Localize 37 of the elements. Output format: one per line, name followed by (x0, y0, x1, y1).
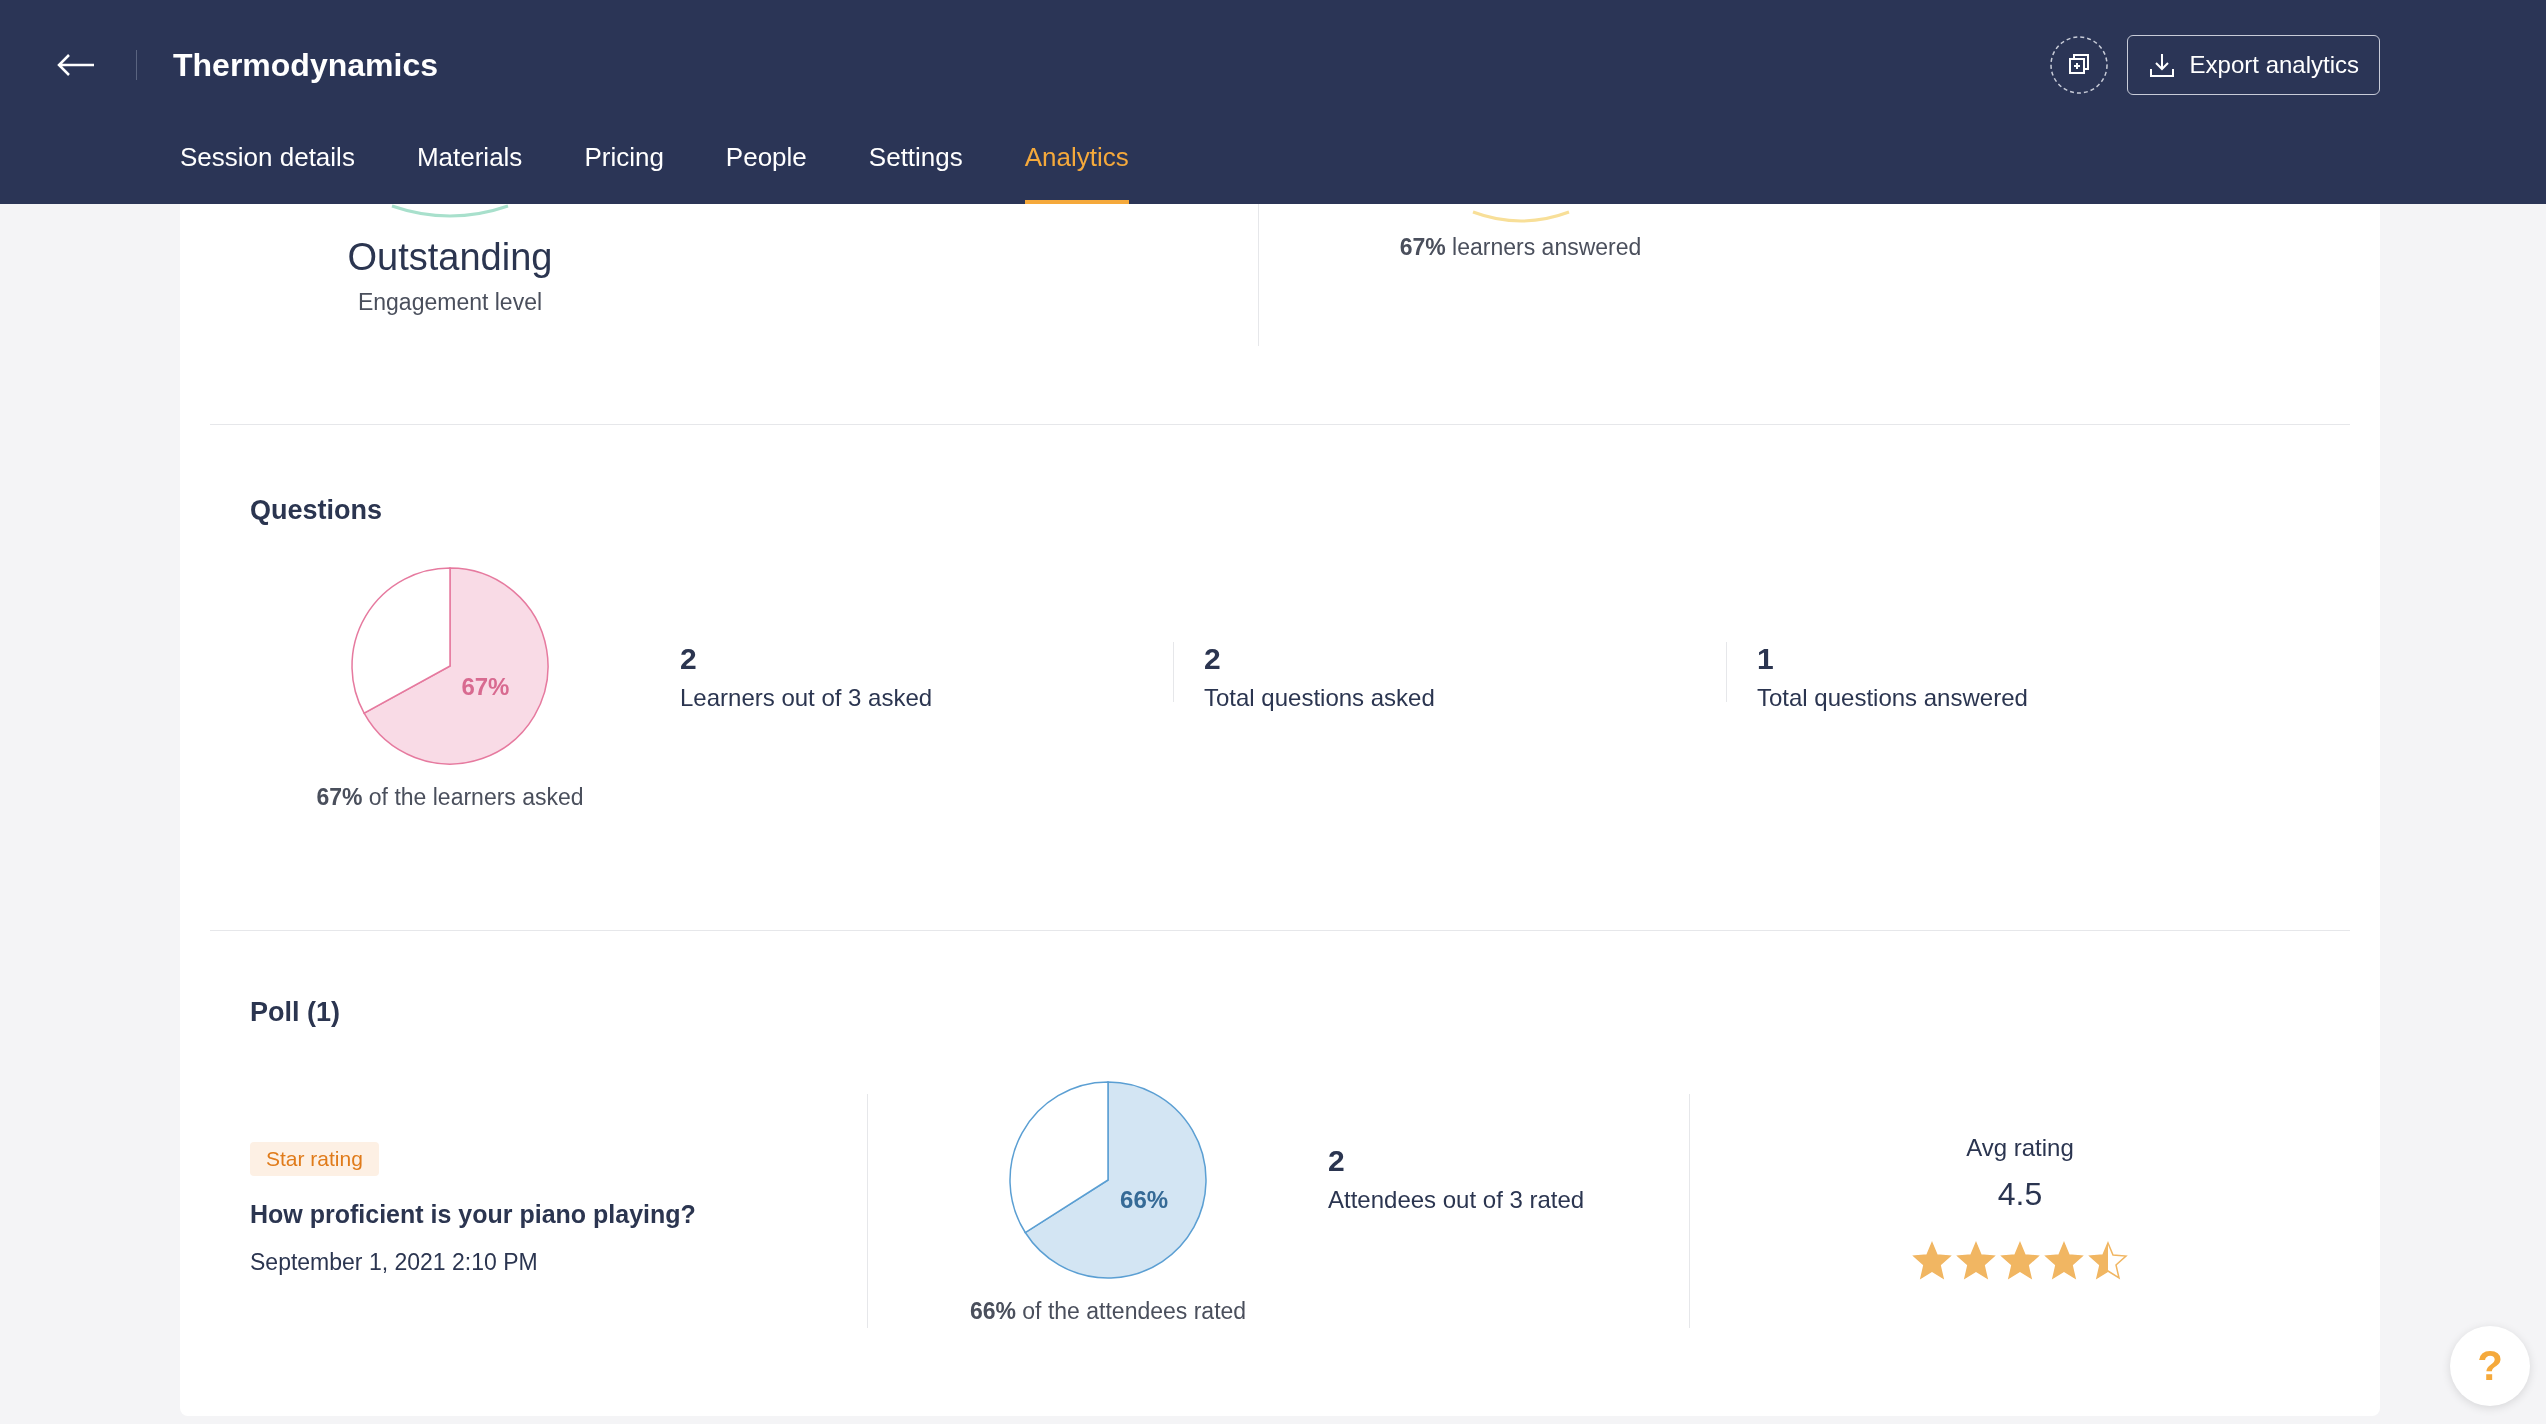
stat-value: 2 (1204, 642, 1222, 676)
nav-tab[interactable]: Pricing (584, 130, 664, 204)
section-title: Questions (250, 495, 384, 526)
avg-rating-label: Avg rating (1966, 1134, 2074, 1162)
course-title: Thermodynamics (173, 46, 438, 84)
stat-label: Learners out of 3 asked (680, 684, 934, 712)
export-analytics-button[interactable]: Export analytics (2126, 35, 2380, 95)
download-icon (2147, 51, 2176, 79)
star-icon (2000, 1241, 2040, 1281)
pie-label: 67% (461, 672, 510, 700)
star-icon (2044, 1241, 2084, 1281)
nav-tab[interactable]: Session details (180, 130, 355, 204)
pie-caption: 67% of the learners asked (316, 784, 584, 811)
stat-label: Total questions asked (1204, 684, 1436, 712)
pie-caption: 66% of the attendees rated (969, 1298, 1247, 1325)
answered-caption: 67% learners answered (1399, 234, 1642, 261)
engagement-label: Engagement level (357, 289, 543, 316)
nav-tab[interactable]: Settings (868, 130, 963, 204)
poll-question: How proficient is your piano playing? (250, 1200, 696, 1229)
star-icon (1912, 1241, 1952, 1281)
engagement-value: Outstanding (347, 236, 553, 279)
star-icon (1956, 1241, 1996, 1281)
stat-value: 2 (680, 642, 698, 676)
section-title: Poll (1) (250, 997, 341, 1028)
duplicate-icon[interactable] (2048, 35, 2109, 95)
back-arrow-icon[interactable] (56, 53, 96, 77)
poll-type-tag: Star rating (250, 1142, 379, 1176)
nav-tab[interactable]: Materials (416, 130, 523, 204)
stat-value: 1 (1757, 642, 1775, 676)
avg-rating-value: 4.5 (1997, 1176, 2043, 1213)
pie-label: 66% (1120, 1185, 1169, 1213)
stat-label: Attendees out of 3 rated (1328, 1186, 1585, 1214)
nav-tab[interactable]: People (725, 130, 807, 204)
star-icon (2088, 1241, 2128, 1281)
stat-label: Total questions answered (1757, 684, 2029, 712)
stat-value: 2 (1328, 1144, 1346, 1178)
poll-date: September 1, 2021 2:10 PM (250, 1249, 538, 1276)
